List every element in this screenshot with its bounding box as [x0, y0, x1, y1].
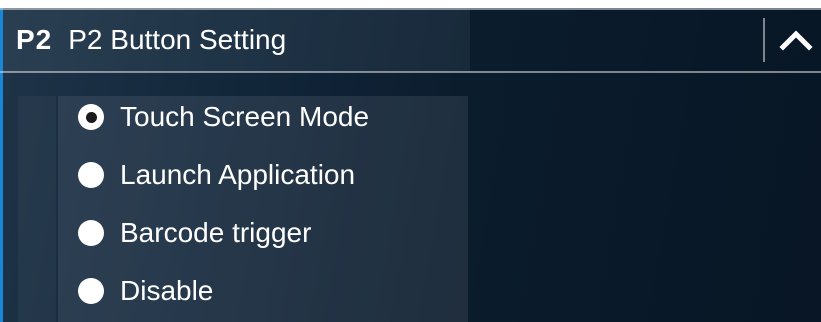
radio-button[interactable] [78, 162, 104, 188]
option-barcode-trigger[interactable]: Barcode trigger [72, 204, 369, 262]
option-disable[interactable]: Disable [72, 262, 369, 320]
option-launch-application[interactable]: Launch Application [72, 146, 369, 204]
radio-button-selected[interactable] [78, 104, 104, 130]
option-label: Disable [120, 275, 214, 306]
radio-group: Touch Screen Mode Launch Application Bar… [72, 88, 369, 320]
radio-button[interactable] [78, 278, 104, 304]
p2-badge: P2 [16, 24, 53, 55]
top-border [0, 0, 821, 8]
chevron-up-icon [779, 30, 813, 51]
radio-button[interactable] [78, 220, 104, 246]
section-title: P2 Button Setting [68, 24, 287, 55]
section-header[interactable]: P2 P2 Button Setting [0, 10, 821, 70]
option-label: Launch Application [120, 159, 356, 190]
option-touch-screen-mode[interactable]: Touch Screen Mode [72, 88, 369, 146]
background-pane [18, 96, 56, 322]
collapse-button[interactable] [772, 14, 820, 66]
option-label: Barcode trigger [120, 217, 312, 248]
divider [763, 18, 765, 62]
p2-button-setting-panel: P2 P2 Button Setting Touch Screen Mode L… [0, 0, 821, 322]
divider [0, 71, 821, 73]
option-label: Touch Screen Mode [120, 101, 370, 132]
